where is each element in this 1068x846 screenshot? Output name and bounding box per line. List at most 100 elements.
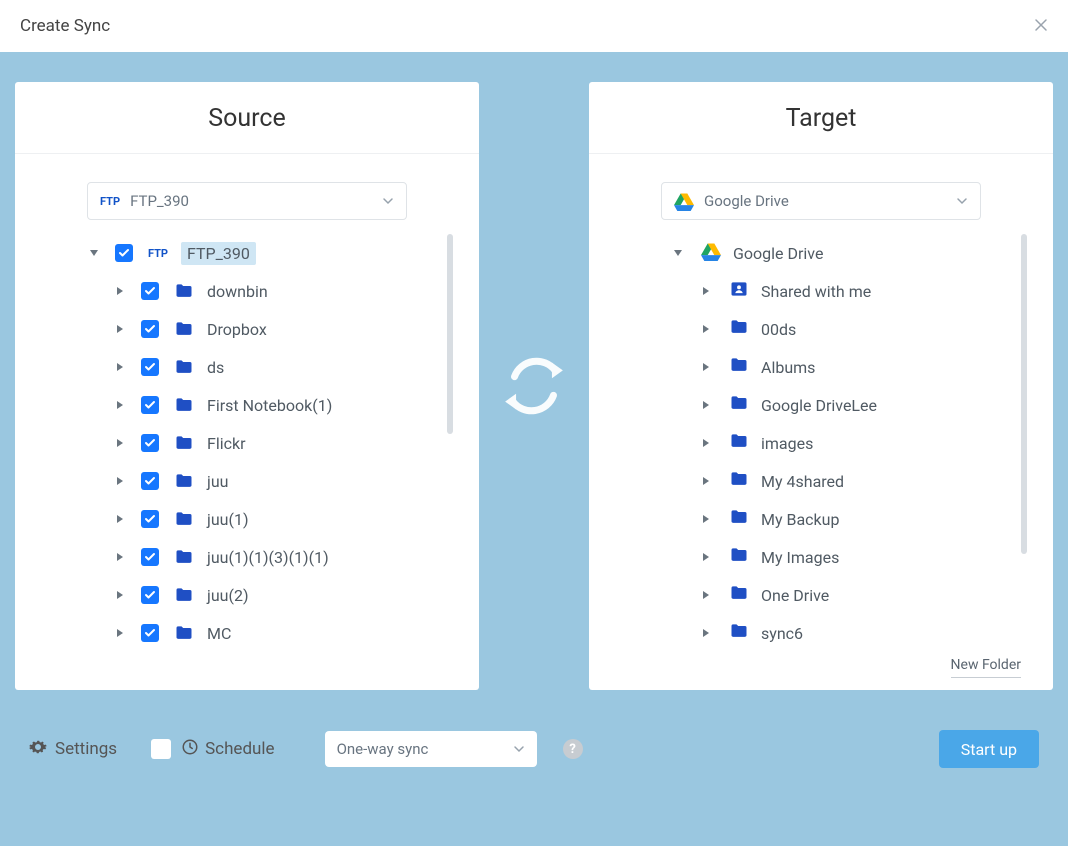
tree-root-label: Google Drive — [733, 244, 823, 263]
checkbox[interactable] — [141, 434, 159, 452]
expand-icon[interactable] — [699, 590, 713, 600]
tree-item[interactable]: juu(1) — [39, 500, 455, 538]
tree-item[interactable]: Dropbox — [39, 310, 455, 348]
expand-icon[interactable] — [699, 400, 713, 410]
gear-icon — [29, 738, 47, 761]
tree-item-label: 00ds — [761, 320, 796, 339]
expand-icon[interactable] — [699, 476, 713, 486]
folder-icon — [173, 357, 195, 377]
checkbox[interactable] — [141, 320, 159, 338]
tree-item[interactable]: My Images — [613, 538, 1029, 576]
expand-icon[interactable] — [113, 400, 127, 410]
collapse-icon[interactable] — [671, 248, 685, 258]
schedule-checkbox[interactable] — [151, 739, 171, 759]
expand-icon[interactable] — [699, 514, 713, 524]
expand-icon[interactable] — [113, 286, 127, 296]
folder-icon — [729, 507, 749, 531]
folder-icon — [729, 393, 749, 417]
expand-icon[interactable] — [699, 438, 713, 448]
start-button-label: Start up — [961, 740, 1017, 759]
source-panel: Source FTP FTP_390 FTP FTP_390 downbin — [15, 82, 479, 690]
chevron-down-icon — [382, 192, 394, 211]
tree-item[interactable]: My Backup — [613, 500, 1029, 538]
source-selector-label: FTP_390 — [130, 192, 189, 210]
ftp-icon: FTP — [147, 247, 169, 260]
tree-item-label: downbin — [207, 282, 268, 301]
tree-root[interactable]: Google Drive — [613, 234, 1029, 272]
expand-icon[interactable] — [699, 324, 713, 334]
collapse-icon[interactable] — [87, 248, 101, 258]
checkbox[interactable] — [141, 358, 159, 376]
folder-icon — [729, 469, 749, 493]
expand-icon[interactable] — [113, 552, 127, 562]
folder-icon — [729, 431, 749, 455]
checkbox[interactable] — [115, 244, 133, 262]
tree-item[interactable]: images — [613, 424, 1029, 462]
tree-item[interactable]: One Drive — [613, 576, 1029, 614]
tree-item-label: MC — [207, 624, 231, 643]
expand-icon[interactable] — [113, 628, 127, 638]
target-selector[interactable]: Google Drive — [661, 182, 981, 220]
shared-icon — [729, 279, 749, 303]
checkbox[interactable] — [141, 396, 159, 414]
new-folder-link[interactable]: New Folder — [951, 657, 1021, 678]
tree-item-label: Google DriveLee — [761, 396, 877, 415]
expand-icon[interactable] — [113, 324, 127, 334]
checkbox[interactable] — [141, 624, 159, 642]
target-header: Target — [589, 82, 1053, 154]
tree-item[interactable]: MC — [39, 614, 455, 652]
titlebar: Create Sync — [0, 0, 1068, 52]
expand-icon[interactable] — [113, 362, 127, 372]
swap-icon[interactable] — [493, 347, 575, 425]
tree-item-label: My Images — [761, 548, 839, 567]
folder-icon — [173, 547, 195, 567]
tree-item[interactable]: Flickr — [39, 424, 455, 462]
settings-button[interactable]: Settings — [29, 738, 117, 761]
expand-icon[interactable] — [699, 552, 713, 562]
checkbox[interactable] — [141, 586, 159, 604]
start-button[interactable]: Start up — [939, 730, 1039, 768]
checkbox[interactable] — [141, 510, 159, 528]
expand-icon[interactable] — [113, 476, 127, 486]
target-tree: Google Drive Shared with me 00ds Albums … — [613, 234, 1029, 652]
tree-item[interactable]: juu(1)(1)(3)(1)(1) — [39, 538, 455, 576]
tree-item[interactable]: ds — [39, 348, 455, 386]
tree-item[interactable]: Shared with me — [613, 272, 1029, 310]
tree-item[interactable]: sync6 — [613, 614, 1029, 652]
tree-item-label: juu(1) — [207, 510, 249, 529]
folder-icon — [729, 583, 749, 607]
checkbox[interactable] — [141, 282, 159, 300]
expand-icon[interactable] — [113, 438, 127, 448]
help-icon[interactable]: ? — [563, 739, 583, 759]
tree-item-label: Albums — [761, 358, 815, 377]
tree-root[interactable]: FTP FTP_390 — [39, 234, 455, 272]
expand-icon[interactable] — [699, 362, 713, 372]
scrollbar[interactable] — [1021, 234, 1027, 554]
gdrive-icon — [701, 241, 721, 265]
tree-item[interactable]: Google DriveLee — [613, 386, 1029, 424]
tree-item[interactable]: My 4shared — [613, 462, 1029, 500]
source-selector[interactable]: FTP FTP_390 — [87, 182, 407, 220]
expand-icon[interactable] — [699, 628, 713, 638]
source-header: Source — [15, 82, 479, 154]
checkbox[interactable] — [141, 548, 159, 566]
tree-item[interactable]: juu(2) — [39, 576, 455, 614]
tree-item[interactable]: First Notebook(1) — [39, 386, 455, 424]
folder-icon — [173, 471, 195, 491]
ftp-icon: FTP — [100, 195, 120, 208]
tree-item[interactable]: downbin — [39, 272, 455, 310]
tree-item-label: juu(2) — [207, 586, 249, 605]
folder-icon — [173, 281, 195, 301]
tree-item[interactable]: 00ds — [613, 310, 1029, 348]
expand-icon[interactable] — [113, 590, 127, 600]
expand-icon[interactable] — [113, 514, 127, 524]
close-icon[interactable] — [1034, 16, 1048, 37]
tree-item[interactable]: Albums — [613, 348, 1029, 386]
expand-icon[interactable] — [699, 286, 713, 296]
checkbox[interactable] — [141, 472, 159, 490]
folder-icon — [729, 355, 749, 379]
scrollbar[interactable] — [447, 234, 453, 434]
tree-item-label: First Notebook(1) — [207, 396, 332, 415]
tree-item[interactable]: juu — [39, 462, 455, 500]
sync-mode-select[interactable]: One-way sync — [325, 731, 537, 767]
